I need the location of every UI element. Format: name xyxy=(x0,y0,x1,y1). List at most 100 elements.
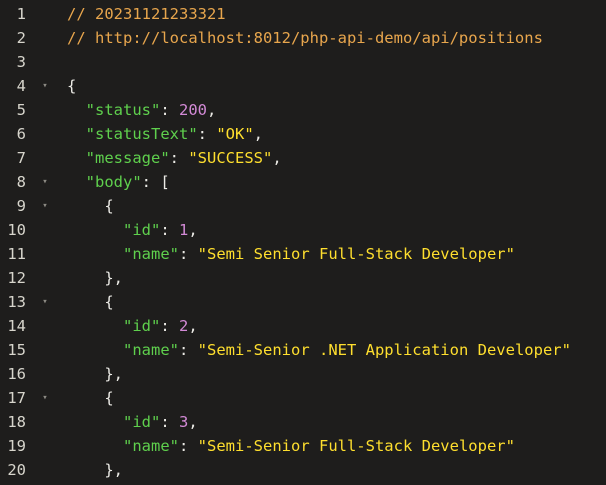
code-line: 11 "name": "Semi Senior Full-Stack Devel… xyxy=(0,242,606,266)
token-punc: , xyxy=(253,125,263,143)
code-line: 7 "message": "SUCCESS", xyxy=(0,146,606,170)
token-punc xyxy=(67,149,86,167)
token-num: 3 xyxy=(179,413,189,431)
token-str: "SUCCESS" xyxy=(188,149,273,167)
token-key: "name" xyxy=(123,245,179,263)
fold-toggle-icon[interactable]: ▾ xyxy=(40,386,50,410)
code-line: 17 ▾ { xyxy=(0,386,606,410)
code-text: // 20231121233321 xyxy=(67,2,226,26)
code-line: 18 "id": 3, xyxy=(0,410,606,434)
token-punc: { xyxy=(67,293,114,311)
token-punc xyxy=(67,413,123,431)
code-text: { xyxy=(67,74,76,98)
code-line: 9 ▾ { xyxy=(0,194,606,218)
code-text: "name": "Semi-Senior .NET Application De… xyxy=(67,338,571,362)
fold-toggle-icon[interactable]: ▾ xyxy=(40,74,50,98)
code-line: 6 "statusText": "OK", xyxy=(0,122,606,146)
token-comment: // http://localhost:8012/php-api-demo/ap… xyxy=(67,29,543,47)
code-text: "id": 2, xyxy=(67,314,198,338)
token-punc: { xyxy=(67,77,77,95)
token-punc: : xyxy=(179,341,198,359)
fold-toggle-icon[interactable]: ▾ xyxy=(40,170,50,194)
line-number: 3 xyxy=(16,53,26,71)
code-text: "message": "SUCCESS", xyxy=(67,146,282,170)
token-num: 2 xyxy=(179,317,189,335)
code-line: 15 "name": "Semi-Senior .NET Application… xyxy=(0,338,606,362)
token-punc: : [ xyxy=(141,173,170,191)
code-text: // http://localhost:8012/php-api-demo/ap… xyxy=(67,26,543,50)
token-num: 200 xyxy=(179,101,207,119)
token-punc xyxy=(67,101,86,119)
token-punc: { xyxy=(67,197,114,215)
token-punc: : xyxy=(160,221,179,239)
line-number: 8 xyxy=(16,173,26,191)
token-punc xyxy=(67,437,123,455)
code-line: 4 ▾ { xyxy=(0,74,606,98)
token-str: "Semi Senior Full-Stack Developer" xyxy=(197,245,515,263)
code-line: 1 // 20231121233321 xyxy=(0,2,606,26)
line-number: 10 xyxy=(7,221,26,239)
line-number: 15 xyxy=(7,341,26,359)
line-number: 2 xyxy=(16,29,26,47)
code-line: 8 ▾ "body": [ xyxy=(0,170,606,194)
json-viewer: 1 // 20231121233321 2 // http://localhost:8… xyxy=(0,0,606,485)
token-punc: , xyxy=(207,101,217,119)
fold-toggle-icon[interactable]: ▾ xyxy=(40,290,50,314)
token-punc: }, xyxy=(67,461,123,479)
code-line: 10 "id": 1, xyxy=(0,218,606,242)
token-key: "status" xyxy=(85,101,161,119)
code-line: 2 // http://localhost:8012/php-api-demo/a… xyxy=(0,26,606,50)
token-punc xyxy=(67,125,86,143)
code-line: 5 "status": 200, xyxy=(0,98,606,122)
line-number: 12 xyxy=(7,269,26,287)
token-key: "message" xyxy=(85,149,170,167)
token-key: "name" xyxy=(123,437,179,455)
code-line: 14 "id": 2, xyxy=(0,314,606,338)
token-punc: , xyxy=(188,221,198,239)
code-line: 12 }, xyxy=(0,266,606,290)
code-line: 3 xyxy=(0,50,606,74)
line-number: 18 xyxy=(7,413,26,431)
fold-toggle-icon[interactable]: ▾ xyxy=(40,194,50,218)
token-key: "name" xyxy=(123,341,179,359)
token-key: "id" xyxy=(123,317,161,335)
token-punc: : xyxy=(179,437,198,455)
token-punc: , xyxy=(188,317,198,335)
line-number: 19 xyxy=(7,437,26,455)
token-punc xyxy=(67,341,123,359)
token-key: "id" xyxy=(123,221,161,239)
code-text: "id": 1, xyxy=(67,218,198,242)
line-number: 14 xyxy=(7,317,26,335)
line-number: 11 xyxy=(7,245,26,263)
code-line: 19 "name": "Semi-Senior Full-Stack Devel… xyxy=(0,434,606,458)
code-text: }, xyxy=(67,266,123,290)
line-number: 4 xyxy=(16,77,26,95)
code-text: "id": 3, xyxy=(67,410,198,434)
token-punc xyxy=(67,317,123,335)
token-punc: : xyxy=(179,245,198,263)
code-line: 13 ▾ { xyxy=(0,290,606,314)
line-number: 5 xyxy=(16,101,26,119)
code-text: }, xyxy=(67,362,123,386)
token-punc xyxy=(67,221,123,239)
token-punc: : xyxy=(160,413,179,431)
code-text: "statusText": "OK", xyxy=(67,122,263,146)
code-text: { xyxy=(67,290,114,314)
code-text: "body": [ xyxy=(67,170,170,194)
line-number: 20 xyxy=(7,461,26,479)
code-text: "name": "Semi Senior Full-Stack Develope… xyxy=(67,242,515,266)
line-number: 7 xyxy=(16,149,26,167)
code-text: { xyxy=(67,386,114,410)
code-line: 16 }, xyxy=(0,362,606,386)
token-key: "body" xyxy=(85,173,142,191)
code-text: }, xyxy=(67,458,123,482)
token-punc: , xyxy=(272,149,282,167)
token-str: "OK" xyxy=(216,125,254,143)
token-punc: { xyxy=(67,389,114,407)
line-number: 13 xyxy=(7,293,26,311)
token-comment: // 20231121233321 xyxy=(67,5,226,23)
token-str: "Semi-Senior .NET Application Developer" xyxy=(197,341,571,359)
line-number: 9 xyxy=(16,197,26,215)
token-punc: , xyxy=(188,413,198,431)
line-number: 6 xyxy=(16,125,26,143)
